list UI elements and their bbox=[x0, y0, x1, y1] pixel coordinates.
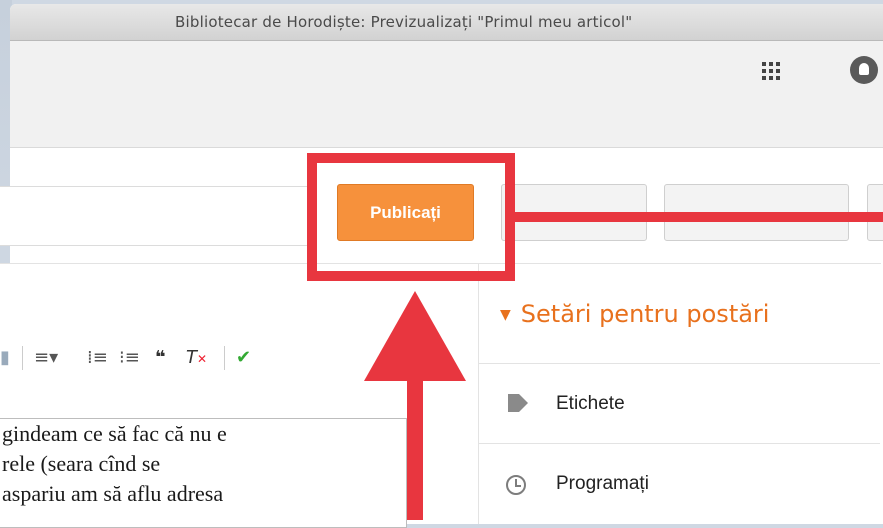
app-header bbox=[10, 41, 883, 148]
notifications-icon[interactable] bbox=[850, 56, 878, 84]
panel-row-schedule[interactable]: Programați bbox=[478, 443, 880, 524]
window-titlebar: Bibliotecar de Horodiște: Previzualizați… bbox=[10, 4, 883, 41]
labels-label: Etichete bbox=[556, 393, 625, 414]
annotation-arrow-head bbox=[364, 291, 466, 381]
toolbar-divider bbox=[224, 346, 225, 370]
clear-format-icon[interactable]: T✕ bbox=[186, 338, 207, 378]
apps-grid-icon[interactable] bbox=[762, 62, 780, 80]
annotation-highlight-box bbox=[307, 153, 515, 281]
toolbar-divider bbox=[22, 346, 23, 370]
post-body-editor[interactable]: gindeam ce să fac că nu e rele (seara cî… bbox=[0, 418, 407, 528]
spellcheck-icon[interactable]: ✔ bbox=[236, 338, 251, 378]
annotation-arrow-shaft bbox=[407, 370, 423, 520]
quote-icon[interactable]: ❝ bbox=[155, 338, 166, 378]
clock-icon bbox=[506, 475, 526, 495]
image-icon[interactable]: ▮ bbox=[0, 338, 10, 378]
body-line: gindeam ce să fac că nu e bbox=[2, 421, 227, 446]
numbered-list-icon[interactable]: ⁞≡ bbox=[87, 338, 108, 378]
body-line: aspariu am să aflu adresa bbox=[2, 481, 224, 506]
post-title-input[interactable] bbox=[0, 186, 309, 246]
post-settings-heading-label: Setări pentru postări bbox=[520, 300, 770, 328]
schedule-label: Programați bbox=[556, 473, 649, 494]
window-title: Bibliotecar de Horodiște: Previzualizați… bbox=[175, 13, 633, 31]
body-line: rele (seara cînd se bbox=[2, 451, 161, 476]
annotation-arrow-line bbox=[515, 212, 883, 222]
align-icon[interactable]: ≡▾ bbox=[34, 338, 58, 378]
bullet-list-icon[interactable]: ⁝≡ bbox=[119, 338, 140, 378]
tag-icon bbox=[508, 394, 528, 412]
panel-row-labels[interactable]: Etichete bbox=[478, 363, 880, 444]
caret-down-icon: ▼ bbox=[500, 307, 511, 323]
post-settings-heading[interactable]: ▼ Setări pentru postări bbox=[500, 300, 769, 328]
